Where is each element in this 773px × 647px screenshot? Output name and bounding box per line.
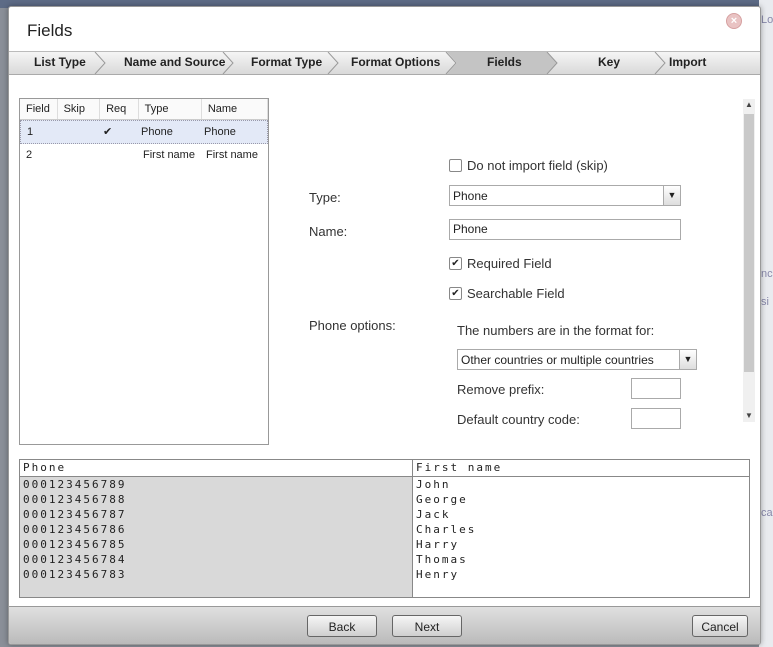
column-header-name: Name <box>202 99 268 119</box>
searchable-label: Searchable Field <box>467 286 565 301</box>
remove-prefix-label: Remove prefix: <box>457 382 545 397</box>
chevron-down-icon[interactable]: ▼ <box>679 350 696 369</box>
background-text: Lo <box>761 14 773 26</box>
preview-cell: 000123456784 <box>23 553 127 566</box>
skip-checkbox[interactable] <box>449 159 462 172</box>
preview-cell: Charles <box>416 523 477 536</box>
skip-label: Do not import field (skip) <box>467 158 608 173</box>
country-code-label: Default country code: <box>457 412 580 427</box>
required-checkbox[interactable]: ✔ <box>449 257 462 270</box>
preview-cell: 000123456783 <box>23 568 127 581</box>
preview-cell: Henry <box>416 568 460 581</box>
column-header-skip: Skip <box>58 99 101 119</box>
scroll-up-icon[interactable]: ▲ <box>743 99 755 111</box>
country-code-input[interactable] <box>631 408 681 429</box>
cancel-button[interactable]: Cancel <box>692 615 748 637</box>
column-header-req: Req <box>100 99 139 119</box>
preview-cell: John <box>416 478 451 491</box>
cell-name: First name <box>206 149 258 161</box>
table-row[interactable]: 2 First name First name <box>20 144 268 166</box>
preview-cell: 000123456786 <box>23 523 127 536</box>
type-select-value: Phone <box>453 189 488 203</box>
required-label: Required Field <box>467 256 552 271</box>
format-for-select[interactable]: Other countries or multiple countries ▼ <box>457 349 697 370</box>
column-header-field: Field <box>20 99 58 119</box>
background-text: si <box>761 296 769 308</box>
step-fields[interactable]: Fields <box>487 52 522 74</box>
close-icon[interactable]: × <box>726 13 742 29</box>
preview-column-phone: Phone 000123456789 000123456788 00012345… <box>20 460 413 597</box>
preview-header-first-name: First name <box>413 460 749 477</box>
searchable-checkbox[interactable]: ✔ <box>449 287 462 300</box>
scroll-down-icon[interactable]: ▼ <box>743 410 755 422</box>
data-preview: Phone 000123456789 000123456788 00012345… <box>19 459 750 598</box>
step-format-options[interactable]: Format Options <box>351 52 440 74</box>
fields-dialog: Fields × List Type Name and Source Forma… <box>8 6 761 645</box>
scrollbar-thumb[interactable] <box>744 114 754 372</box>
cell-req <box>99 144 137 166</box>
step-key[interactable]: Key <box>598 52 620 74</box>
cell-type: First name <box>143 149 195 161</box>
format-for-value: Other countries or multiple countries <box>461 353 654 367</box>
cell-field: 1 <box>27 126 34 138</box>
name-input[interactable]: Phone <box>449 219 681 240</box>
dialog-footer: Back Next Cancel <box>9 606 760 644</box>
preview-cell: 000123456787 <box>23 508 127 521</box>
step-import-complete[interactable]: Import Complete <box>669 52 760 74</box>
format-for-label: The numbers are in the format for: <box>457 323 655 338</box>
cell-skip <box>58 121 100 143</box>
preview-cell: Harry <box>416 538 460 551</box>
column-header-type: Type <box>139 99 202 119</box>
preview-cell: 000123456788 <box>23 493 127 506</box>
preview-cell: Jack <box>416 508 451 521</box>
background-text: nc <box>761 268 773 280</box>
cell-skip <box>57 144 99 166</box>
type-label: Type: <box>309 190 341 205</box>
wizard-steps: List Type Name and Source Format Type Fo… <box>9 51 760 75</box>
field-list-panel: Field Skip Req Type Name 1 ✔ Phone Phone… <box>19 98 269 445</box>
field-table-header: Field Skip Req Type Name <box>20 99 268 120</box>
preview-cell: 000123456789 <box>23 478 127 491</box>
cell-name: Phone <box>204 126 236 138</box>
remove-prefix-input[interactable] <box>631 378 681 399</box>
back-button[interactable]: Back <box>307 615 377 637</box>
table-row[interactable]: 1 ✔ Phone Phone <box>20 120 268 144</box>
chevron-down-icon[interactable]: ▼ <box>663 186 680 205</box>
step-format-type[interactable]: Format Type <box>251 52 322 74</box>
cell-type: Phone <box>141 126 173 138</box>
dialog-title: Fields <box>27 21 73 40</box>
step-name-and-source[interactable]: Name and Source <box>124 52 225 74</box>
preview-header-phone: Phone <box>20 460 412 477</box>
preview-cell: Thomas <box>416 553 468 566</box>
background-text: ca <box>761 507 773 519</box>
type-select[interactable]: Phone ▼ <box>449 185 681 206</box>
next-button[interactable]: Next <box>392 615 462 637</box>
field-options-form: Do not import field (skip) Type: Phone ▼… <box>299 98 745 429</box>
step-list-type[interactable]: List Type <box>34 52 86 74</box>
form-scrollbar[interactable]: ▲ ▼ <box>743 99 755 422</box>
preview-cell: 000123456785 <box>23 538 127 551</box>
check-icon: ✔ <box>103 126 113 138</box>
background-page-edge: Lo nc si ca <box>759 0 773 647</box>
name-label: Name: <box>309 224 348 239</box>
phone-options-label: Phone options: <box>309 318 396 333</box>
cell-field: 2 <box>26 149 33 161</box>
preview-column-first-name: First name John George Jack Charles Harr… <box>413 460 749 597</box>
preview-cell: George <box>416 493 468 506</box>
